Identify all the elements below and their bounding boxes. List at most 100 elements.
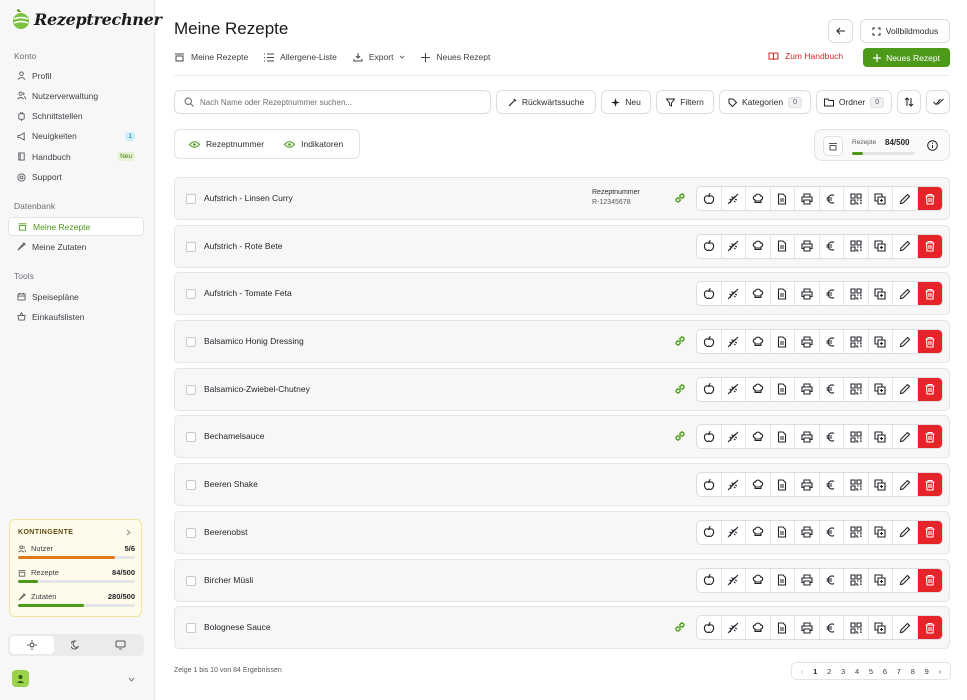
qr-code-button[interactable] [844,330,869,354]
qr-code-button[interactable] [844,377,869,401]
apple-button[interactable] [697,425,722,449]
tab-meine-rezepte[interactable]: Meine Rezepte [174,48,248,66]
euro-button[interactable] [820,234,844,258]
trash-button[interactable] [917,377,942,401]
apple-button[interactable] [697,377,722,401]
no-allergen-button[interactable] [722,377,746,401]
no-allergen-button[interactable] [722,234,746,258]
theme-system-button[interactable] [98,636,142,654]
row-checkbox[interactable] [186,241,196,252]
recipe-row[interactable]: Beerenobst [174,510,950,554]
copy-button[interactable] [869,425,893,449]
recipe-row[interactable]: Bolognese Sauce [174,606,950,650]
euro-button[interactable] [820,377,844,401]
copy-button[interactable] [869,473,893,497]
printer-button[interactable] [795,425,820,449]
trash-button[interactable] [917,330,942,354]
printer-button[interactable] [795,473,820,497]
document-button[interactable] [771,616,795,640]
page-1[interactable]: 1 [813,667,817,676]
document-button[interactable] [771,330,795,354]
printer-button[interactable] [795,377,820,401]
page-9[interactable]: 9 [925,667,929,676]
qr-code-button[interactable] [844,187,869,210]
euro-button[interactable] [820,616,844,640]
link-icon[interactable] [673,334,687,348]
filter-button[interactable]: Filtern [656,90,714,114]
euro-button[interactable] [820,282,844,306]
recipe-row[interactable]: Balsamico-Zwiebel-Chutney [174,367,950,411]
row-checkbox[interactable] [186,337,196,348]
document-button[interactable] [771,234,795,258]
euro-button[interactable] [820,330,844,354]
chevron-down-icon[interactable] [128,677,135,682]
reverse-search-button[interactable]: Rückwärtssuche [496,90,596,114]
info-icon[interactable] [927,140,938,151]
sidebar-item-nutzerverwaltung[interactable]: Nutzerverwaltung [8,86,144,105]
chef-hat-button[interactable] [746,616,771,640]
tab-export[interactable]: Export [353,48,406,66]
row-checkbox[interactable] [186,289,196,300]
chef-hat-button[interactable] [746,425,771,449]
qr-code-button[interactable] [844,234,869,258]
euro-button[interactable] [820,520,844,544]
new-filter-button[interactable]: Neu [601,90,651,114]
row-checkbox[interactable] [186,480,196,491]
copy-button[interactable] [869,568,893,592]
copy-button[interactable] [869,187,893,210]
edit-button[interactable] [893,187,918,210]
sidebar-item-support[interactable]: Support [8,168,144,187]
edit-button[interactable] [893,234,918,258]
row-checkbox[interactable] [186,432,196,443]
theme-switcher[interactable] [8,634,144,656]
printer-button[interactable] [795,330,820,354]
logo[interactable]: Rezeptrechner [11,8,162,30]
chef-hat-button[interactable] [746,282,771,306]
sidebar-item-meine-zutaten[interactable]: Meine Zutaten [8,237,144,256]
printer-button[interactable] [795,616,820,640]
trash-button[interactable] [917,282,942,306]
toggle-indikatoren[interactable]: Indikatoren [284,139,343,149]
tab-neues-rezept[interactable]: Neues Rezept [421,48,490,66]
trash-button[interactable] [917,425,942,449]
chef-hat-button[interactable] [746,187,771,210]
avatar[interactable] [12,670,29,687]
edit-button[interactable] [893,330,918,354]
edit-button[interactable] [893,473,918,497]
qr-code-button[interactable] [844,425,869,449]
apple-button[interactable] [697,520,722,544]
copy-button[interactable] [869,330,893,354]
sidebar-item-handbuch[interactable]: Handbuch Neu [8,147,144,166]
sidebar-item-meine-rezepte[interactable]: Meine Rezepte [8,217,144,236]
euro-button[interactable] [820,473,844,497]
apple-button[interactable] [697,282,722,306]
euro-button[interactable] [820,187,844,210]
apple-button[interactable] [697,568,722,592]
copy-button[interactable] [869,282,893,306]
edit-button[interactable] [893,616,918,640]
printer-button[interactable] [795,568,820,592]
row-checkbox[interactable] [186,623,196,634]
tab-allergene-liste[interactable]: Allergene-Liste [264,48,337,66]
chef-hat-button[interactable] [746,568,771,592]
categories-button[interactable]: Kategorien 0 [719,90,811,114]
recipe-row[interactable]: Bircher Müsli [174,558,950,602]
sidebar-item-neuigkeiten[interactable]: Neuigkeiten 1 [8,127,144,146]
trash-button[interactable] [917,234,942,258]
link-icon[interactable] [673,429,687,443]
theme-light-button[interactable] [10,636,54,654]
edit-button[interactable] [893,282,918,306]
folder-button[interactable]: Ordner 0 [816,90,892,114]
no-allergen-button[interactable] [722,330,746,354]
trash-button[interactable] [917,473,942,497]
apple-button[interactable] [697,330,722,354]
euro-button[interactable] [820,425,844,449]
recipe-row[interactable]: Aufstrich - Tomate Feta [174,272,950,316]
page-4[interactable]: 4 [855,667,859,676]
document-button[interactable] [771,377,795,401]
no-allergen-button[interactable] [722,616,746,640]
no-allergen-button[interactable] [722,568,746,592]
search-input[interactable]: Nach Name oder Rezeptnummer suchen... [174,90,491,114]
trash-button[interactable] [917,616,942,640]
link-icon[interactable] [673,191,687,205]
